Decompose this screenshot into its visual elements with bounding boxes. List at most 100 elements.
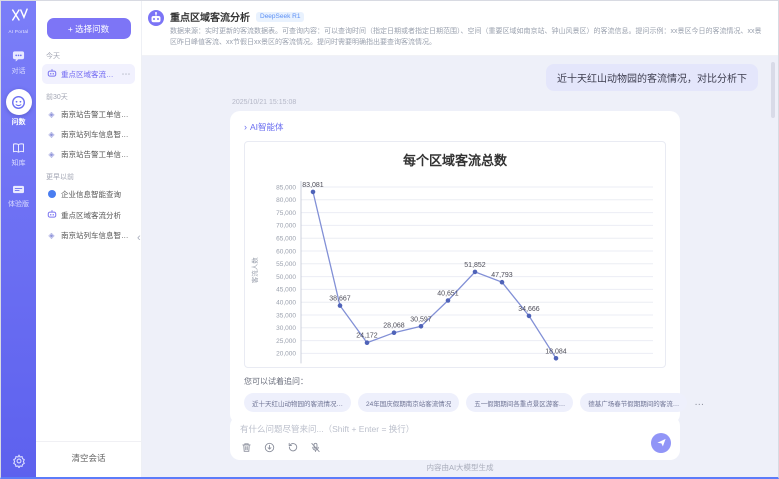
svg-text:18,084: 18,084 xyxy=(545,348,567,355)
svg-text:28,068: 28,068 xyxy=(383,323,405,330)
conversation-item[interactable]: ◈南京站告警工单信息查询 xyxy=(42,105,135,124)
conversation-item[interactable]: ◈ 南京站列车信息智能查询 xyxy=(42,226,135,245)
mic-off-icon[interactable] xyxy=(310,442,321,453)
sidebar-collapse-handle[interactable]: ‹ xyxy=(137,232,141,244)
svg-text:55,000: 55,000 xyxy=(276,261,296,268)
svg-text:40,651: 40,651 xyxy=(437,291,459,298)
svg-text:25,000: 25,000 xyxy=(276,338,296,345)
conversation-item-label: 企业信息智能查询 xyxy=(61,189,121,200)
ask-icon xyxy=(6,89,32,115)
rail-item-badge[interactable]: 体验版 xyxy=(8,181,29,209)
conversation-item[interactable]: 重点区域客流分析 xyxy=(42,205,135,225)
agent-toggle-label: AI智能体 xyxy=(250,121,284,133)
app-dot-icon xyxy=(46,190,57,200)
svg-text:50,000: 50,000 xyxy=(276,274,296,281)
rail-item-chat[interactable]: 对话 xyxy=(11,48,27,76)
history-section-title: 更早以前 xyxy=(46,172,131,182)
conversation-item[interactable]: ◈ 南京站列车信息智能查询 xyxy=(42,125,135,144)
page-title: 重点区域客流分析 xyxy=(170,9,250,24)
chat-icon xyxy=(11,48,27,64)
svg-text:45,000: 45,000 xyxy=(276,287,296,294)
suggestion-chip[interactable]: 德基广场春节假期期间的客流… xyxy=(580,393,687,412)
svg-text:20,000: 20,000 xyxy=(276,351,296,358)
chat-area: 近十天红山动物园的客流情况，对比分析下 2025/10/21 15:15:08 … xyxy=(142,56,778,477)
agent-avatar-icon xyxy=(148,10,164,55)
left-rail: AI Portal 对话问数知库体验版 xyxy=(1,1,36,477)
message-timestamp: 2025/10/21 15:15:08 xyxy=(232,99,296,106)
sparkle-icon: ◈ xyxy=(46,151,57,159)
traffic-chart-card: 每个区域客流总数 客流人数 85,000 80,000 75,000 70,000 65,… xyxy=(244,141,666,368)
logo-text: AI Portal xyxy=(9,29,29,34)
paper-plane-icon xyxy=(656,436,667,451)
undo-icon[interactable] xyxy=(287,442,298,453)
svg-text:38,667: 38,667 xyxy=(329,296,351,303)
history-section-title: 今天 xyxy=(46,51,131,61)
settings-icon[interactable] xyxy=(1,454,36,468)
suggestion-chip[interactable]: 24年国庆假期南京站客流情况 xyxy=(358,393,459,412)
rail-item-label: 对话 xyxy=(12,66,26,76)
svg-text:客流人数: 客流人数 xyxy=(250,257,259,284)
ai-disclaimer: 内容由AI大模型生成 xyxy=(142,462,778,473)
suggestion-chip[interactable]: 近十天红山动物园的客流情况… xyxy=(244,393,351,412)
sparkle-icon: ◈ xyxy=(46,131,57,139)
suggestions-label: 您可以试着追问： xyxy=(244,376,666,387)
app-logo: AI Portal xyxy=(9,8,29,34)
item-menu-icon[interactable]: ⋯ xyxy=(122,69,132,80)
svg-text:51,852: 51,852 xyxy=(464,262,486,269)
main-area: 重点区域客流分析 DeepSeek R1 数据来源：实时更新的客流数据表。可查询… xyxy=(142,1,778,477)
agent-description: 数据来源：实时更新的客流数据表。可查询内容：可以查询时间（指定日期或者指定日期范… xyxy=(170,27,768,49)
svg-text:80,000: 80,000 xyxy=(276,197,296,204)
more-suggestions-button[interactable]: … xyxy=(694,397,706,408)
svg-text:85,000: 85,000 xyxy=(276,184,296,191)
traffic-line-chart: 客流人数 85,000 80,000 75,000 70,000 65,000 60,000… xyxy=(249,171,661,367)
download-icon[interactable] xyxy=(264,442,275,453)
composer-toolbar xyxy=(241,442,321,453)
conversation-item-label: 南京站列车信息智能查询 xyxy=(61,129,131,140)
user-message: 近十天红山动物园的客流情况，对比分析下 xyxy=(546,64,758,91)
svg-text:40,000: 40,000 xyxy=(276,300,296,307)
svg-text:24,172: 24,172 xyxy=(356,333,378,340)
rail-item-library[interactable]: 知库 xyxy=(11,140,27,168)
logo-mark-icon xyxy=(10,9,28,26)
conversation-item[interactable]: 企业信息智能查询 xyxy=(42,185,135,204)
agent-steps-toggle[interactable]: › AI智能体 xyxy=(244,121,666,133)
conversation-list: 今天重点区域客流分析⋯前30天◈南京站告警工单信息查询◈南京站列车信息智能查询◈… xyxy=(36,43,141,441)
rail-item-label: 问数 xyxy=(12,117,26,127)
svg-text:65,000: 65,000 xyxy=(276,236,296,243)
delete-icon[interactable] xyxy=(241,442,252,453)
svg-text:75,000: 75,000 xyxy=(276,210,296,217)
rail-item-ask[interactable]: 问数 xyxy=(6,89,32,127)
conversation-item-label: 南京站告警工单信息查询 xyxy=(61,149,131,160)
chat-scrollbar-thumb[interactable] xyxy=(771,62,775,118)
composer: 有什么问题尽管来问...（Shift + Enter = 换行） xyxy=(230,416,680,460)
suggestion-chip[interactable]: 五一假期期间各重点景区游客… xyxy=(466,393,573,412)
model-badge: DeepSeek R1 xyxy=(256,12,304,22)
chart-title: 每个区域客流总数 xyxy=(249,150,661,169)
conversation-item[interactable]: ◈ 南京站告警工单信息查询 xyxy=(42,145,135,164)
send-button[interactable] xyxy=(651,433,671,453)
ai-response-card: › AI智能体 每个区域客流总数 客流人数 85,000 80,000 75,000 7… xyxy=(230,111,680,424)
suggestion-chips: 近十天红山动物园的客流情况… 24年国庆假期南京站客流情况五一假期期间各重点景区游… xyxy=(244,393,666,412)
svg-text:30,000: 30,000 xyxy=(276,325,296,332)
history-section-title: 前30天 xyxy=(46,92,131,102)
conversation-item[interactable]: 重点区域客流分析⋯ xyxy=(42,64,135,84)
rail-nav: 对话问数知库体验版 xyxy=(1,48,36,209)
conversation-item-label: 重点区域客流分析 xyxy=(61,210,121,221)
conversation-sidebar: + 选择问数 今天重点区域客流分析⋯前30天◈南京站告警工单信息查询◈南京站列车… xyxy=(36,1,142,477)
svg-text:35,000: 35,000 xyxy=(276,312,296,319)
robot-icon xyxy=(46,68,57,80)
clear-session-button[interactable]: 清空会话 xyxy=(36,441,141,477)
message-input[interactable]: 有什么问题尽管来问...（Shift + Enter = 换行） xyxy=(240,423,670,435)
svg-text:47,793: 47,793 xyxy=(491,272,513,279)
sparkle-icon: ◈ xyxy=(46,111,57,119)
sparkle-icon: ◈ xyxy=(46,232,57,240)
chevron-right-icon: › xyxy=(244,122,247,132)
svg-text:30,597: 30,597 xyxy=(410,316,432,323)
svg-text:60,000: 60,000 xyxy=(276,248,296,255)
rail-item-label: 体验版 xyxy=(8,199,29,209)
svg-text:83,081: 83,081 xyxy=(302,182,324,189)
select-dataset-button[interactable]: + 选择问数 xyxy=(47,18,131,39)
library-icon xyxy=(11,140,27,156)
conversation-item-label: 南京站列车信息智能查询 xyxy=(61,230,131,241)
svg-text:70,000: 70,000 xyxy=(276,223,296,230)
